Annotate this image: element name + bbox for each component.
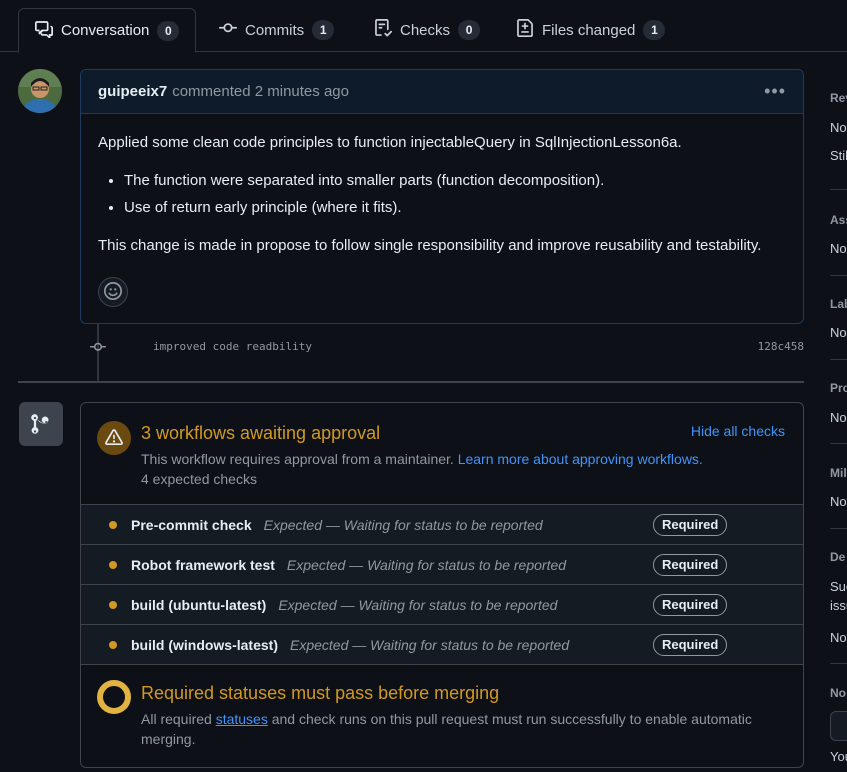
sidebar-development-text: Suc bbox=[830, 579, 847, 594]
subscribe-button[interactable] bbox=[830, 711, 847, 741]
check-name: build (ubuntu-latest) bbox=[131, 596, 267, 613]
sidebar-projects-value: No bbox=[830, 410, 847, 425]
comment-bullets: The function were separated into smaller… bbox=[124, 170, 786, 219]
sidebar-divider bbox=[830, 663, 847, 664]
tab-conversation-label: Conversation bbox=[61, 22, 150, 39]
timeline-divider bbox=[18, 381, 804, 383]
pending-dot-icon bbox=[109, 600, 117, 609]
comment-body: Applied some clean code principles to fu… bbox=[81, 114, 803, 257]
comment-bullet: The function were separated into smaller… bbox=[124, 170, 786, 192]
pr-sidebar: Rev No Stil Ass No Lab No Pro No Mil No … bbox=[830, 80, 847, 772]
check-row[interactable]: build (windows-latest) Expected — Waitin… bbox=[81, 625, 803, 665]
comment-discussion-icon bbox=[35, 20, 53, 42]
required-badge: Required bbox=[653, 594, 728, 616]
sidebar-projects-heading[interactable]: Pro bbox=[830, 381, 847, 395]
checklist-icon bbox=[374, 19, 393, 41]
check-row[interactable]: Robot framework test Expected — Waiting … bbox=[81, 545, 803, 585]
tab-commits-label: Commits bbox=[245, 21, 305, 39]
tab-files-changed[interactable]: Files changed 1 bbox=[500, 8, 681, 52]
sidebar-development-heading[interactable]: De bbox=[830, 550, 845, 564]
sidebar-reviewers-heading[interactable]: Rev bbox=[830, 91, 847, 105]
check-name: build (windows-latest) bbox=[131, 636, 278, 653]
pending-dot-icon bbox=[109, 640, 117, 649]
pending-dot-icon bbox=[109, 560, 117, 569]
tab-checks-label: Checks bbox=[400, 21, 451, 39]
check-row[interactable]: Pre-commit check Expected — Waiting for … bbox=[81, 505, 803, 545]
sidebar-milestone-value: No bbox=[830, 494, 847, 509]
smiley-icon bbox=[104, 281, 122, 303]
comment-author[interactable]: guipeeix7 bbox=[98, 83, 167, 100]
statuses-link[interactable]: statuses bbox=[216, 711, 268, 727]
merge-checks-panel: 3 workflows awaiting approval Hide all c… bbox=[80, 402, 804, 768]
timeline-commit: improved code readbility 128c458 bbox=[80, 336, 804, 358]
check-name: Robot framework test bbox=[131, 556, 275, 573]
tab-files-changed-label: Files changed bbox=[542, 21, 636, 39]
sidebar-reviewers-note: Stil bbox=[830, 148, 847, 163]
checks-header: 3 workflows awaiting approval Hide all c… bbox=[81, 403, 803, 505]
sidebar-divider bbox=[830, 443, 847, 444]
file-diff-icon bbox=[516, 19, 534, 41]
tab-commits-count: 1 bbox=[312, 20, 335, 40]
check-name: Pre-commit check bbox=[131, 516, 252, 533]
sidebar-milestone-heading[interactable]: Mil bbox=[830, 466, 847, 480]
commit-sha[interactable]: 128c458 bbox=[758, 340, 804, 353]
comment-outro: This change is made in propose to follow… bbox=[98, 237, 762, 254]
comment-meta[interactable]: commented 2 minutes ago bbox=[172, 83, 349, 100]
approval-required-text: This workflow requires approval from a m… bbox=[141, 451, 454, 467]
sidebar-development-value: No bbox=[830, 630, 847, 645]
sidebar-development-text: issu bbox=[830, 598, 847, 613]
required-badge: Required bbox=[653, 514, 728, 536]
check-status: Expected — Waiting for status to be repo… bbox=[290, 636, 570, 653]
comment-bullet: Use of return early principle (where it … bbox=[124, 197, 786, 219]
required-badge: Required bbox=[653, 554, 728, 576]
pr-tab-bar: Conversation 0 Commits 1 Checks 0 Files … bbox=[0, 0, 847, 53]
tab-files-changed-count: 1 bbox=[643, 20, 666, 40]
commit-message[interactable]: improved code readbility bbox=[153, 340, 312, 353]
sidebar-notifications-heading: No bbox=[830, 686, 846, 700]
add-reaction-button[interactable] bbox=[98, 277, 128, 307]
pending-dot-icon bbox=[109, 520, 117, 529]
git-commit-icon bbox=[90, 339, 106, 355]
comment-intro: Applied some clean code principles to fu… bbox=[98, 134, 682, 151]
pending-ring-icon bbox=[97, 680, 131, 714]
check-status: Expected — Waiting for status to be repo… bbox=[263, 516, 543, 533]
sidebar-notifications-text: You bbox=[830, 749, 847, 764]
check-status: Expected — Waiting for status to be repo… bbox=[278, 596, 558, 613]
required-status-title: Required statuses must pass before mergi… bbox=[141, 683, 500, 703]
sidebar-divider bbox=[830, 275, 847, 276]
sidebar-labels-heading[interactable]: Lab bbox=[830, 297, 847, 311]
alert-icon bbox=[97, 421, 131, 455]
sidebar-assignees-value: No bbox=[830, 241, 847, 256]
sidebar-assignees-heading[interactable]: Ass bbox=[830, 213, 847, 227]
tab-conversation[interactable]: Conversation 0 bbox=[18, 8, 197, 53]
check-row[interactable]: build (ubuntu-latest) Expected — Waiting… bbox=[81, 585, 803, 625]
checks-subtitle: This workflow requires approval from a m… bbox=[141, 449, 703, 489]
git-commit-icon bbox=[219, 19, 237, 41]
hide-all-checks-link[interactable]: Hide all checks bbox=[691, 423, 785, 439]
sidebar-divider bbox=[830, 189, 847, 190]
tab-commits[interactable]: Commits 1 bbox=[203, 8, 350, 52]
tab-checks[interactable]: Checks 0 bbox=[358, 8, 496, 52]
status-text-pre: All required bbox=[141, 711, 216, 727]
checks-title: 3 workflows awaiting approval bbox=[141, 423, 381, 443]
pr-comment: guipeeix7 commented 2 minutes ago ••• Ap… bbox=[80, 69, 804, 324]
comment-header: guipeeix7 commented 2 minutes ago ••• bbox=[81, 70, 803, 114]
kebab-menu-icon[interactable]: ••• bbox=[764, 81, 786, 102]
tab-conversation-count: 0 bbox=[157, 20, 180, 41]
expected-checks-count: 4 expected checks bbox=[141, 471, 257, 487]
sidebar-reviewers-value: No bbox=[830, 120, 847, 135]
required-status-block: Required statuses must pass before mergi… bbox=[81, 665, 803, 765]
sidebar-divider bbox=[830, 359, 847, 360]
avatar[interactable] bbox=[18, 69, 62, 113]
check-status: Expected — Waiting for status to be repo… bbox=[286, 556, 567, 573]
learn-more-link[interactable]: Learn more about approving workflows. bbox=[458, 451, 703, 467]
git-merge-icon bbox=[19, 402, 63, 446]
required-badge: Required bbox=[653, 634, 728, 656]
tab-checks-count: 0 bbox=[458, 20, 481, 40]
sidebar-labels-value: No bbox=[830, 325, 847, 340]
required-status-text: All required statuses and check runs on … bbox=[141, 709, 781, 749]
sidebar-divider bbox=[830, 528, 847, 529]
